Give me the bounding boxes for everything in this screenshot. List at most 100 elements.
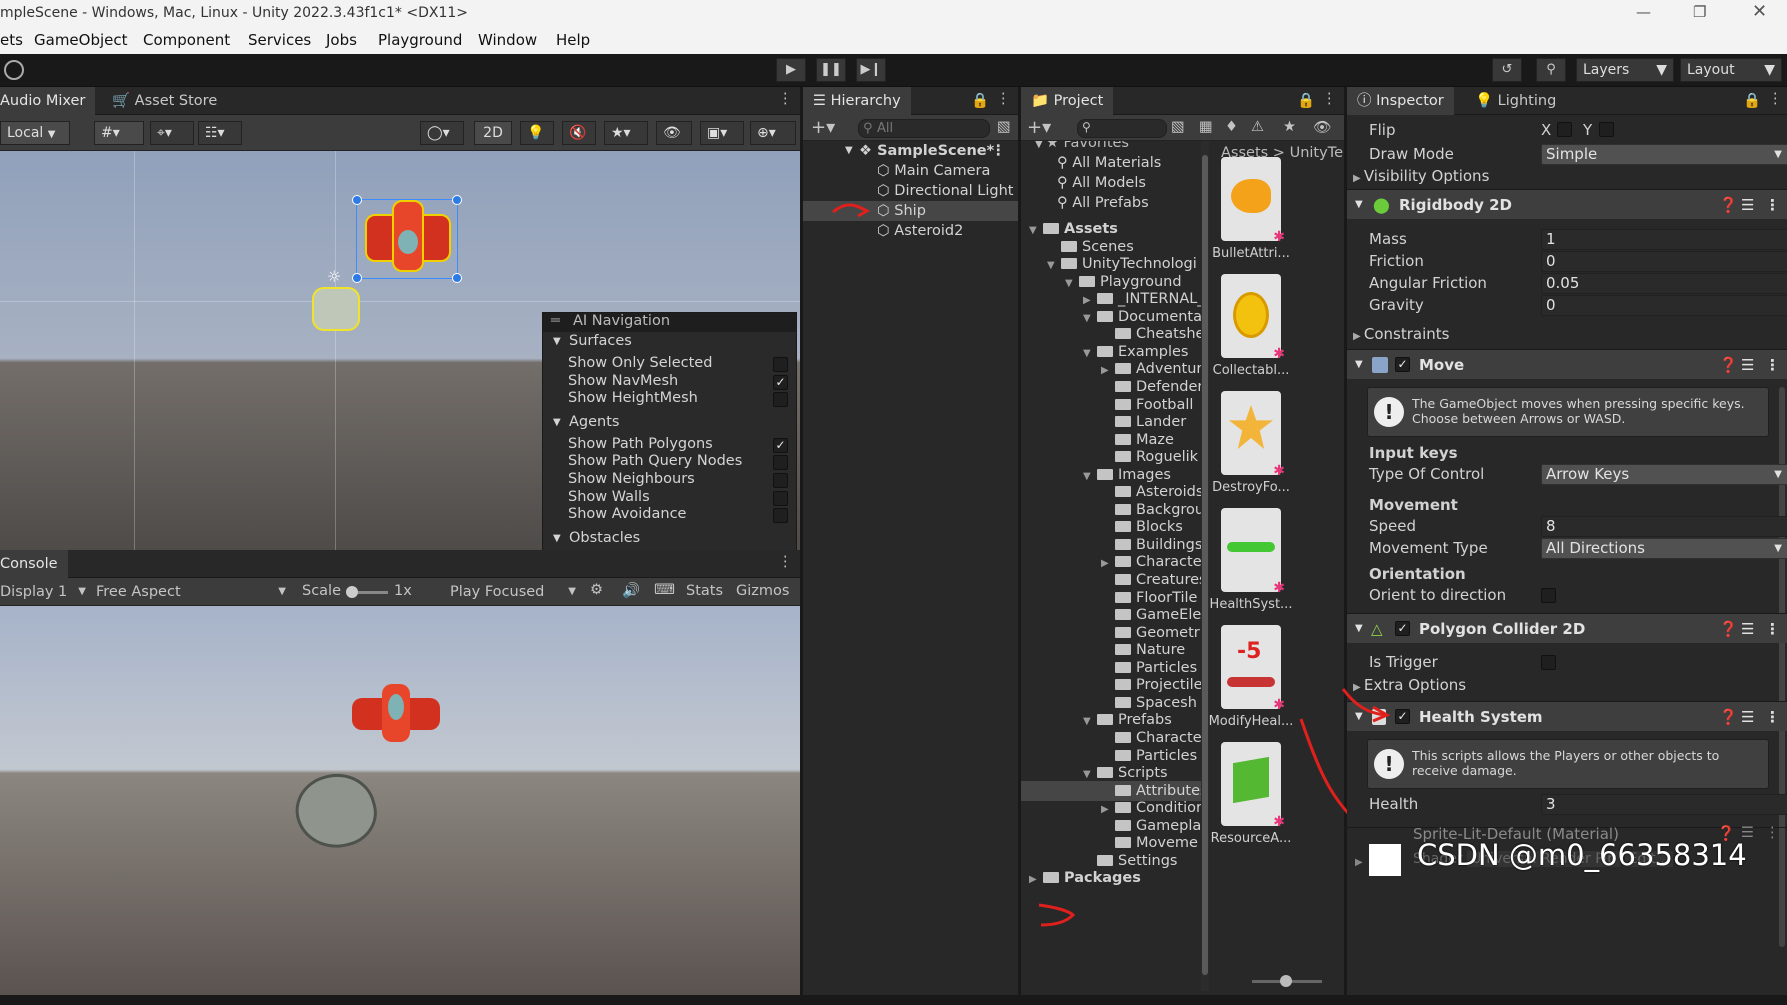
rigidbody-header[interactable]: ▼ ⬤ Rigidbody 2D ❓ ☰ ⋮	[1347, 189, 1787, 219]
more-icon[interactable]: ⋮	[1765, 350, 1780, 380]
ai-option-checkbox[interactable]	[773, 455, 788, 471]
pivot-dropdown[interactable]: Local ▼	[0, 121, 70, 145]
label-filter-icon[interactable]: ♦	[1225, 119, 1238, 135]
asset-item[interactable]: -5 ✱ ModifyHeal...	[1201, 625, 1301, 729]
search-icon[interactable]: ⚲	[1536, 58, 1566, 82]
help-icon[interactable]: ❓	[1719, 614, 1738, 644]
display-dropdown[interactable]: Display 1 ▼	[0, 582, 88, 602]
draw-mode-button[interactable]: ◯▾	[420, 121, 464, 145]
asset-item[interactable]: ✱ DestroyFo...	[1201, 391, 1301, 495]
ai-option-checkbox[interactable]: ✓	[773, 437, 788, 453]
ai-option-checkbox[interactable]	[773, 392, 788, 408]
bug-icon[interactable]: ⚙	[590, 582, 603, 598]
menu-playground[interactable]: Playground	[378, 31, 462, 49]
camera-toggle-icon[interactable]: ▣▾	[700, 121, 744, 145]
favorite-item[interactable]: ⚲ All Prefabs	[1057, 193, 1149, 213]
game-viewport[interactable]	[0, 606, 800, 995]
more-icon[interactable]: ⋮	[1765, 614, 1780, 644]
more-icon[interactable]: ⋮	[778, 554, 793, 570]
history-icon[interactable]: ↺	[1492, 58, 1522, 82]
extra-options-foldout[interactable]: ▶ Extra Options	[1353, 674, 1763, 696]
more-icon[interactable]: ⋮	[1765, 190, 1780, 220]
ai-option[interactable]: Show HeightMesh	[543, 390, 796, 410]
expand-arrow-icon[interactable]: ▶	[1355, 857, 1363, 868]
orient-checkbox[interactable]	[1541, 588, 1556, 603]
lighting-toggle-icon[interactable]: 💡	[520, 121, 554, 145]
menu-assets[interactable]: ets	[0, 31, 23, 49]
collider-enabled-checkbox[interactable]: ✓	[1395, 621, 1410, 636]
minimize-icon[interactable]: —	[1636, 3, 1651, 21]
ai-option[interactable]: Show Avoidance	[543, 506, 796, 526]
asset-item[interactable]: ✱ ResourceA...	[1201, 742, 1301, 846]
gizmos-button[interactable]: Gizmos	[736, 583, 789, 599]
hierarchy-search-input[interactable]: ⚲ All	[858, 119, 990, 138]
favorites-header[interactable]: ▼ ★ Favorites	[1035, 141, 1129, 153]
ai-navigation-header[interactable]: ═ AI Navigation	[543, 313, 796, 332]
gravity-field[interactable]: 0	[1541, 295, 1787, 316]
type-filter-icon[interactable]: ▦	[1199, 119, 1213, 135]
pause-button[interactable]: ❚❚	[816, 58, 846, 82]
material-preview[interactable]	[1369, 844, 1401, 876]
more-icon[interactable]: ⋮	[1322, 91, 1337, 107]
draw-mode-dropdown[interactable]: Simple ▼	[1541, 144, 1787, 165]
favorite-item[interactable]: ⚲ All Materials	[1057, 153, 1161, 173]
grid-snap-button[interactable]: #▾	[94, 121, 144, 145]
stats-button[interactable]: Stats	[686, 583, 723, 599]
filter-icon[interactable]: ▧	[997, 119, 1011, 135]
more-icon[interactable]: ⋮	[996, 91, 1011, 107]
friction-field[interactable]: 0	[1541, 251, 1787, 272]
help-icon[interactable]: ❓	[1719, 702, 1738, 732]
folder-item[interactable]: ▶ Packages	[1021, 868, 1201, 888]
ai-option-checkbox[interactable]	[773, 508, 788, 524]
visibility-icon[interactable]: 👁	[1313, 119, 1331, 136]
align-button[interactable]: ☷▾	[198, 121, 242, 145]
icon-size-slider[interactable]	[1252, 975, 1322, 987]
visibility-foldout[interactable]: ▶ Visibility Options	[1353, 165, 1763, 187]
health-header[interactable]: ▼ ✓ Health System ❓ ☰ ⋮	[1347, 701, 1787, 731]
tab-console[interactable]: Console	[0, 550, 68, 578]
asset-item[interactable]: ✱ Collectabl...	[1201, 274, 1301, 378]
type-of-control-dropdown[interactable]: Arrow Keys ▼	[1541, 464, 1787, 485]
move-enabled-checkbox[interactable]: ✓	[1395, 357, 1410, 372]
ai-option-checkbox[interactable]	[773, 490, 788, 506]
add-icon[interactable]: +▾	[1027, 117, 1051, 138]
menu-component[interactable]: Component	[143, 31, 230, 49]
play-button[interactable]: ▶	[776, 58, 806, 82]
menu-gameobject[interactable]: GameObject	[34, 31, 128, 49]
close-icon[interactable]: ✕	[1752, 1, 1767, 22]
tab-asset-store[interactable]: 🛒 Asset Store	[102, 87, 227, 115]
asset-item[interactable]: ✱ BulletAttri...	[1201, 157, 1301, 261]
collider-header[interactable]: ▼ △ ✓ Polygon Collider 2D ❓ ☰ ⋮	[1347, 613, 1787, 643]
tab-hierarchy[interactable]: ☰ Hierarchy	[803, 87, 911, 115]
scene-viewport[interactable]: ☼ ═ AI Navigation ▼ Surfaces Show Only Sele…	[0, 151, 800, 550]
restore-icon[interactable]: ❐	[1693, 3, 1706, 21]
help-icon[interactable]: ❓	[1719, 350, 1738, 380]
gizmos-toggle-icon[interactable]: ⊕▾	[750, 121, 796, 145]
handle-bottom-left[interactable]	[352, 273, 362, 283]
menu-jobs[interactable]: Jobs	[326, 31, 357, 49]
step-button[interactable]: ▶❙	[856, 58, 886, 82]
constraints-foldout[interactable]: ▶ Constraints	[1353, 323, 1763, 345]
preset-icon[interactable]: ☰	[1741, 190, 1754, 220]
add-icon[interactable]: +▾	[811, 117, 835, 138]
more-icon[interactable]: ⋮	[778, 91, 793, 107]
audio-toggle-icon[interactable]: 🔇	[562, 121, 596, 145]
warning-icon[interactable]: ⚠	[1251, 119, 1264, 135]
aspect-dropdown[interactable]: Free Aspect ▼	[96, 582, 288, 602]
lock-icon[interactable]: 🔒	[1743, 92, 1761, 109]
camera-gizmo[interactable]	[312, 287, 360, 331]
preset-icon[interactable]: ☰	[1741, 702, 1754, 732]
speed-field[interactable]: 8	[1541, 516, 1787, 537]
lock-icon[interactable]: 🔒	[971, 92, 989, 109]
effects-toggle-icon[interactable]: ★▾	[604, 121, 648, 145]
preset-icon[interactable]: ☰	[1741, 350, 1754, 380]
more-icon[interactable]: ⋮	[1765, 825, 1780, 841]
increment-snap-button[interactable]: ⌖▾	[150, 121, 194, 145]
project-search-input[interactable]: ⚲	[1077, 119, 1167, 138]
more-icon[interactable]: ⋮	[991, 141, 1006, 161]
menu-window[interactable]: Window	[478, 31, 537, 49]
audio-icon[interactable]: 🔊	[622, 582, 640, 599]
layers-dropdown[interactable]: Layers ▼	[1576, 58, 1674, 82]
toggle-2d-button[interactable]: 2D	[474, 121, 512, 145]
ai-group-header[interactable]: ▼ Surfaces	[543, 333, 796, 353]
